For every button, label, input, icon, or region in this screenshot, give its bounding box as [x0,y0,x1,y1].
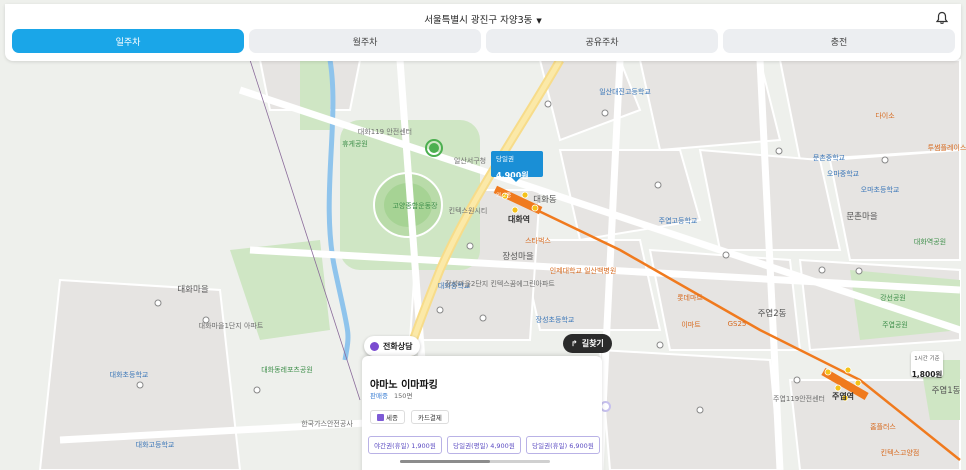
price-marker-price: 4,900원 [496,171,529,180]
map-label-gs25: GS25 [727,320,747,328]
map-label-munchon-middle: 문촌중학교 [812,154,846,162]
map-label-jangseong-elementary: 장성초등학교 [535,316,575,324]
map-label-jangseong-village: 장성마을 [502,252,534,262]
map-label-rest-park: 휴게공원 [342,140,368,148]
map-label-daehwa-high: 대화고등학교 [135,441,175,449]
price-marker-right-label: 1시간 기준 [914,356,940,362]
chip-card-payment-label: 카드결제 [417,414,442,422]
bell-icon[interactable] [935,11,949,25]
map-label-starbucks: 스타벅스 [525,237,551,245]
map-label-daehwa-station-park: 대화역공원 [913,238,947,246]
map-label-kintex-onecity: 킨텍스원시티 [448,207,488,215]
map-label-hospital: 인제대학교 일산백병원 [549,267,617,275]
top-bar: 서울특별시 광진구 자양3동 ▼ 일주차 월주차 공유주차 충전 [5,4,961,61]
tab-monthly-parking[interactable]: 월주차 [249,29,481,53]
map-label-apt-kintex: 장성마을2단지 킨텍스꿈에그린아파트 [445,280,555,288]
parking-lot-title: 야마노 이마파킹 [370,380,438,391]
price-marker-right[interactable]: 1시간 기준 1,800원 [911,351,943,379]
chip-sejong-label: 세종 [386,414,398,422]
tab-charging[interactable]: 충전 [723,29,955,53]
ticket-options: 야간권(휴일) 1,900원 당일권(평일) 4,900원 당일권(휴일) 6,… [368,436,600,454]
ticket-night-holiday[interactable]: 야간권(휴일) 1,900원 [368,436,442,454]
map-label-stadium: 고양종합운동장 [392,202,438,210]
map-label-emart: 이마트 [681,321,701,329]
map-label-twosome: 투썸플레이스 [927,144,966,152]
map-label-119-center: 대화119 안전센터 [357,128,413,136]
tab-shared-parking[interactable]: 공유주차 [486,29,718,53]
parking-lot-meta: 판매중 150면 [370,390,412,400]
tab-daily-parking[interactable]: 일주차 [12,29,244,53]
phone-consult-button[interactable]: 전화상담 [364,336,421,356]
map-label-ilsanseo-gu-office: 일산서구청 [453,157,487,165]
price-marker-extra: 외 2종 [496,193,512,199]
parking-type-tabs: 일주차 월주차 공유주차 충전 [12,29,955,53]
map-label-daehwa-leports-park: 대화동레포츠공원 [261,366,313,374]
price-marker-right-price: 1,800원 [911,370,943,379]
map-label-daiso: 다이소 [875,112,895,120]
phone-consult-label: 전화상담 [383,341,413,351]
map-label-kangseon-park: 강선공원 [880,294,906,302]
parking-spaces: 150면 [394,392,413,400]
ticket-day-holiday[interactable]: 당일권(휴일) 6,900원 [526,436,600,454]
map-label-daehwa-village: 대화마을 [177,285,209,295]
map-label-daehwa-station: 대화역 [507,215,531,224]
map-label-oma-middle: 오마중학교 [826,170,860,178]
map-label-juyeop-station: 주엽역 [831,392,855,401]
directions-label: 길찾기 [581,339,604,348]
map-label-juyeop1: 주엽1동 [931,386,961,396]
location-selector[interactable]: 서울특별시 광진구 자양3동 ▼ [5,12,961,26]
consult-icon [370,341,379,351]
map-label-ilsan-daejin-high: 일산대진고등학교 [599,88,651,96]
chip-sejong: 세종 [370,410,405,424]
map-label-homeplus: 홈플러스 [870,423,896,431]
parking-lot-card[interactable]: 야마노 이마파킹 판매중 150면 세종 카드결제 야간권(휴일) 1,900원… [362,356,602,470]
chip-card-payment: 카드결제 [410,410,449,424]
map-label-gas-safety: 한국가스안전공사 [301,420,353,428]
map-label-kintex-goyang: 킨텍스고양점 [880,449,920,457]
map-label-juyeop2: 주엽2동 [757,309,787,319]
directions-button[interactable]: ↱ 길찾기 [563,334,612,353]
directions-icon: ↱ [571,339,578,348]
map-label-oma-elementary: 오마초등학교 [860,186,900,194]
feature-chips: 세종 카드결제 [370,410,449,424]
map-label-daehwa-elementary: 대화초등학교 [109,371,149,379]
status-badge: 판매중 [370,392,388,400]
parking-company-icon [377,413,384,421]
ticket-scrollbar[interactable] [400,460,550,463]
location-text: 서울특별시 광진구 자양3동 [424,15,533,26]
price-marker-label: 당일권 [496,155,514,163]
ticket-scrollbar-thumb[interactable] [400,460,490,463]
map-label-juyeop-119: 주엽119안전센터 [772,395,826,403]
chevron-down-icon: ▼ [536,17,542,25]
map-label-munchon: 문촌마을 [846,212,878,222]
map-label-juyeop-park: 주엽공원 [882,321,908,329]
map-label-apt-daehwa1: 대화마을1단지 아파트 [198,322,264,330]
map-label-lotte-mart: 롯데마트 [677,294,703,302]
ticket-day-weekday[interactable]: 당일권(평일) 4,900원 [447,436,521,454]
map-label-juyeop-high: 주엽고등학교 [658,217,698,225]
price-marker-selected[interactable]: 당일권 4,900원 외 2종 [491,151,543,199]
